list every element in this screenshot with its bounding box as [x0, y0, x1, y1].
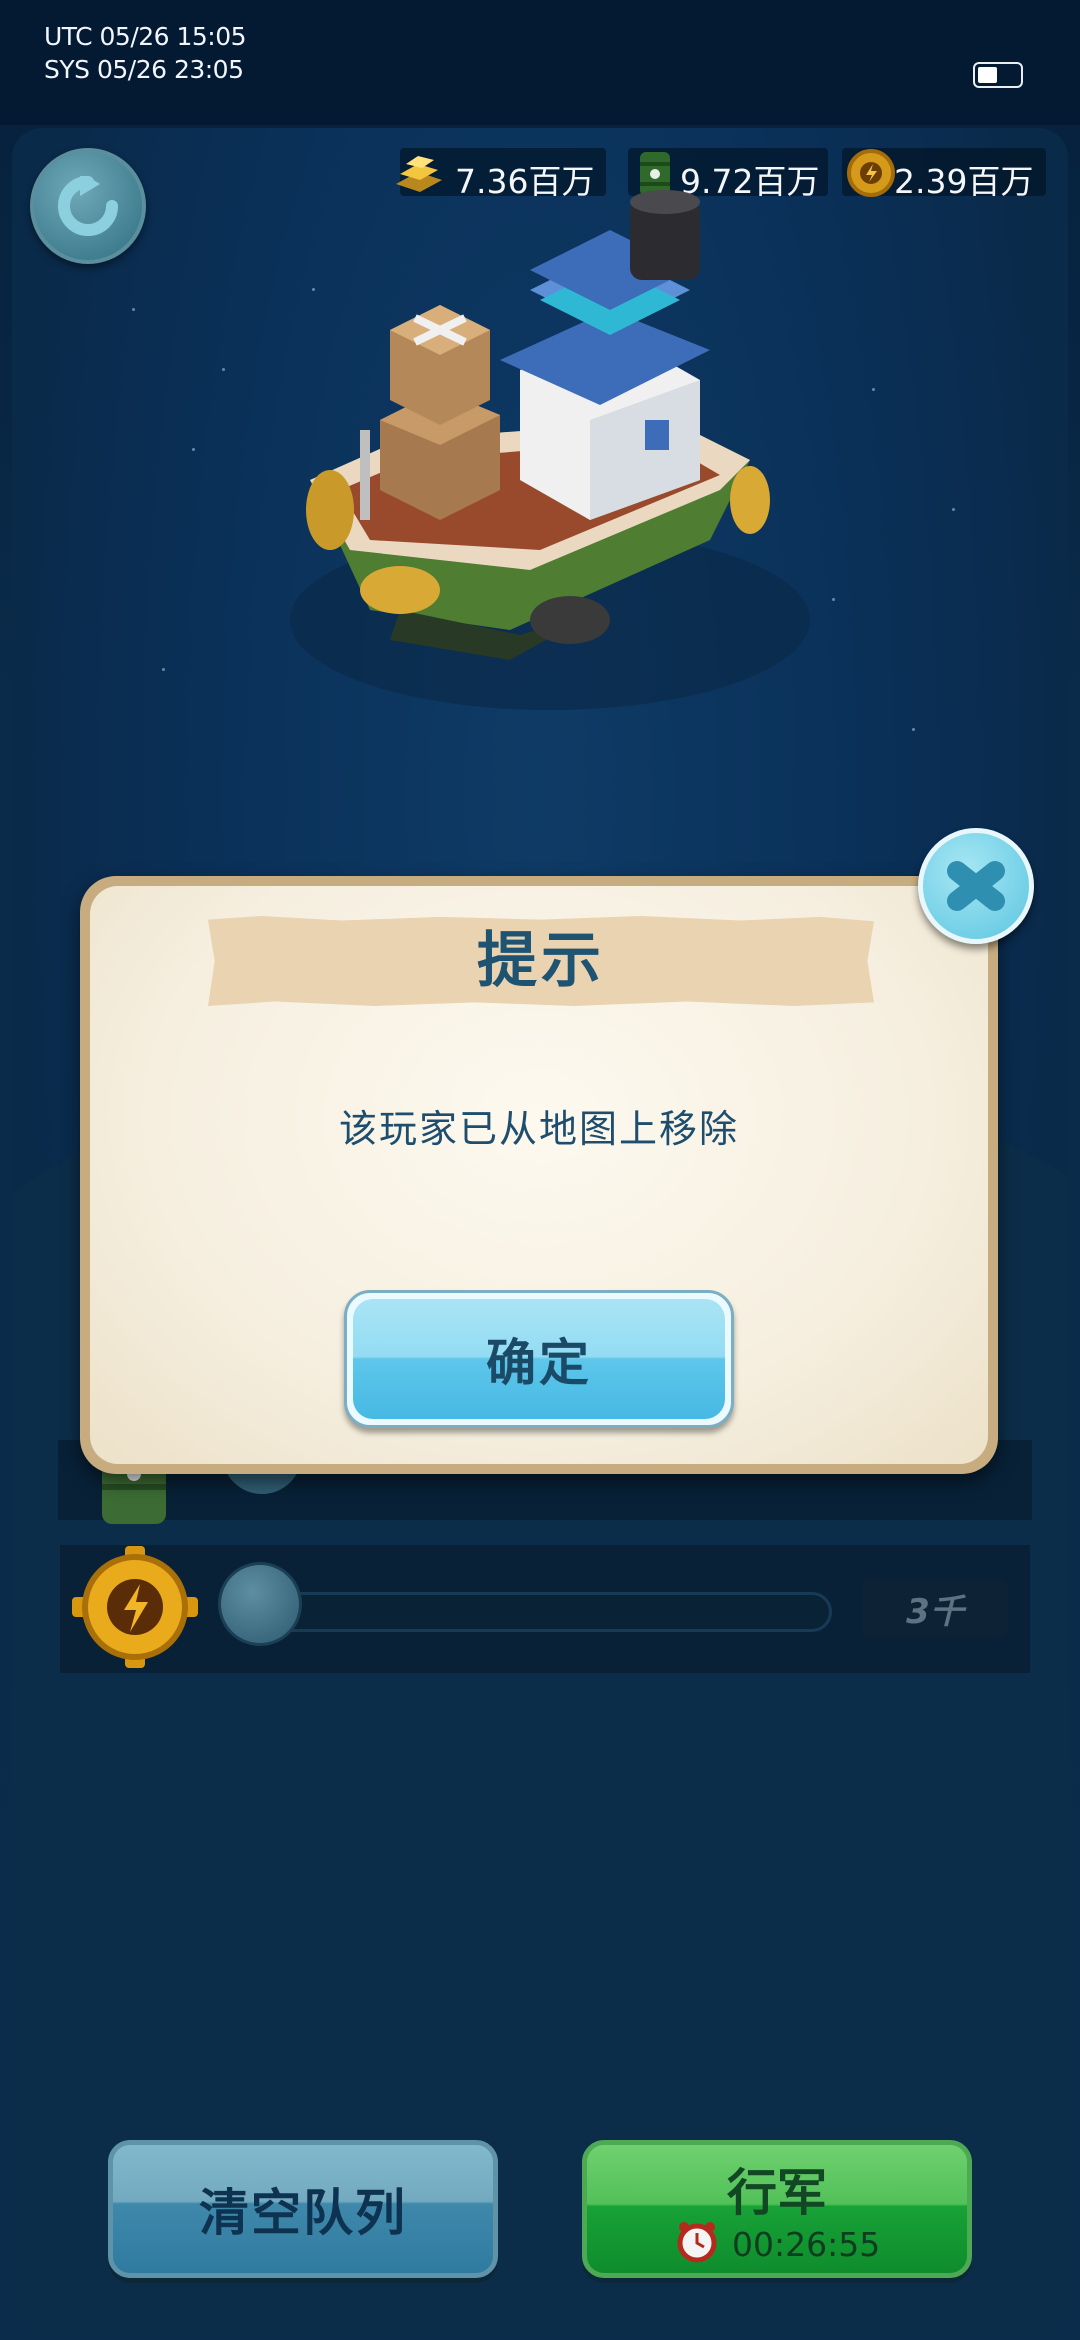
cargo-boat-image	[290, 190, 810, 710]
energy-gear-icon	[72, 1546, 198, 1668]
troop-slider-track[interactable]	[250, 1592, 832, 1632]
sea-sparkle	[222, 368, 225, 371]
gear-amount: 2.39百万	[894, 162, 1034, 201]
game-screen: UTC 05/26 15:05 SYS 05/26 23:05 7.36百万 9…	[0, 0, 1080, 2340]
confirm-button-face: 确定	[353, 1299, 725, 1419]
sea-sparkle	[132, 308, 135, 311]
status-bar: UTC 05/26 15:05 SYS 05/26 23:05	[0, 0, 1080, 125]
clear-queue-label: 清空队列	[199, 2184, 407, 2242]
march-timer: 00:26:55	[732, 2225, 881, 2264]
back-button[interactable]	[30, 148, 146, 264]
resource-gold: 7.36百万	[396, 148, 606, 201]
sea-sparkle	[912, 728, 915, 731]
gear-ore-icon	[847, 149, 895, 197]
resource-gear: 2.39百万	[842, 148, 1046, 201]
sea-sparkle	[162, 668, 165, 671]
dialog-title: 提示	[477, 926, 605, 996]
troop-slider-knob[interactable]	[218, 1562, 302, 1646]
dialog-message: 该玩家已从地图上移除	[338, 1107, 739, 1151]
close-button[interactable]	[918, 828, 1034, 944]
sys-time: SYS 05/26 23:05	[44, 55, 244, 84]
confirm-label: 确定	[486, 1334, 592, 1392]
utc-time: UTC 05/26 15:05	[44, 22, 247, 51]
close-icon	[947, 861, 1005, 911]
march-button[interactable]: 行军 00:26:55	[582, 2140, 972, 2278]
sea-sparkle	[192, 448, 195, 451]
alarm-clock-icon	[677, 2222, 717, 2263]
sea-sparkle	[872, 388, 875, 391]
resource-oil: 9.72百万	[628, 148, 828, 201]
confirm-button[interactable]: 确定	[344, 1290, 734, 1428]
troop-max-label: 3千	[862, 1580, 1008, 1636]
clear-queue-button[interactable]: 清空队列	[108, 2140, 498, 2278]
battery-nub	[973, 62, 1023, 88]
sea-sparkle	[952, 508, 955, 511]
march-label: 行军	[727, 2164, 827, 2222]
refresh-arrow-icon	[58, 176, 118, 236]
